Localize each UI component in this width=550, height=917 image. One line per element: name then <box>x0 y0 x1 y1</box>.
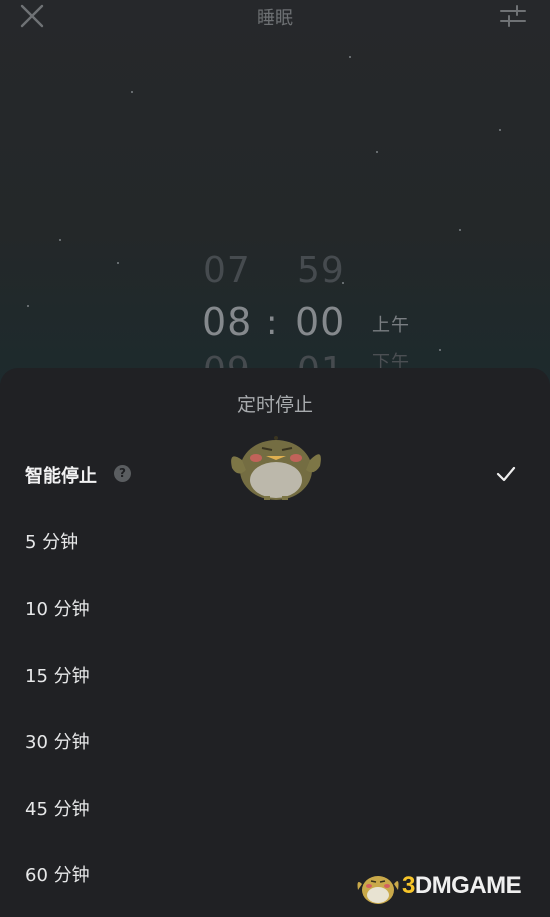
option-label: 15 分钟 <box>25 666 90 687</box>
option-15-min[interactable]: 15 分钟 <box>0 650 550 702</box>
option-10-min[interactable]: 10 分钟 <box>0 583 550 635</box>
time-picker[interactable]: 07 59 08 : 00 上午 09 01 下午 <box>190 248 430 391</box>
site-watermark: 3DMGAME <box>354 862 544 912</box>
page-title: 睡眠 <box>257 8 293 29</box>
help-icon[interactable]: ? <box>114 465 131 482</box>
option-label: 60 分钟 <box>25 865 90 886</box>
option-5-min[interactable]: 5 分钟 <box>0 516 550 568</box>
option-label: 30 分钟 <box>25 732 90 753</box>
sleep-screen: 睡眠 07 59 08 : 00 上午 09 01 下午 定时停止 <box>0 0 550 917</box>
option-label: 10 分钟 <box>25 599 90 620</box>
checkmark-icon <box>496 466 516 482</box>
option-45-min[interactable]: 45 分钟 <box>0 783 550 835</box>
mascot-logo-icon <box>357 876 399 904</box>
timer-stop-sheet: 定时停止 智能停止 ? 5 分钟 10 分钟 15 分钟 30 分钟 45 分钟… <box>0 368 550 917</box>
watermark-text: 3DMGAME <box>402 872 522 899</box>
hour-selected[interactable]: 08 <box>202 300 252 344</box>
top-bar: 睡眠 <box>0 0 550 34</box>
ampm-am[interactable]: 上午 <box>372 311 410 337</box>
sliders-icon <box>500 5 526 27</box>
option-label: 45 分钟 <box>25 799 90 820</box>
option-smart-stop[interactable]: 智能停止 ? <box>0 450 550 502</box>
minute-prev[interactable]: 59 <box>297 250 345 291</box>
settings-button[interactable] <box>498 2 528 30</box>
hour-prev[interactable]: 07 <box>203 250 251 291</box>
time-separator: : <box>266 303 279 343</box>
option-label: 智能停止 <box>25 466 97 487</box>
minute-selected[interactable]: 00 <box>295 300 345 344</box>
sheet-title: 定时停止 <box>236 394 313 416</box>
option-label: 5 分钟 <box>25 532 79 553</box>
option-30-min[interactable]: 30 分钟 <box>0 716 550 768</box>
